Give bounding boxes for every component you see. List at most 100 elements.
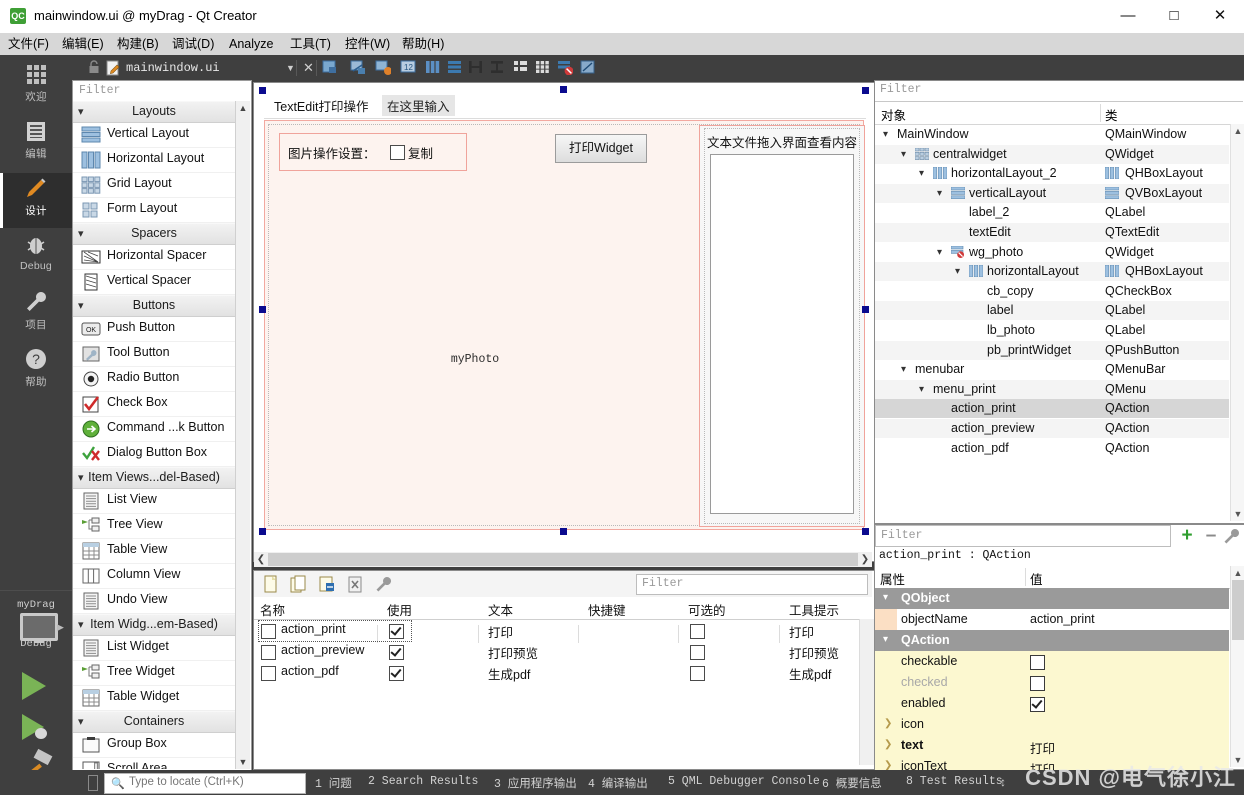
- action-editor-scrollbar[interactable]: [859, 619, 874, 765]
- scroll-up-icon[interactable]: ▲: [236, 101, 250, 115]
- object-row-cb_copy[interactable]: cb_copy QCheckBox: [875, 282, 1229, 301]
- widget-item-4-1[interactable]: Tree Widget: [73, 661, 235, 686]
- property-value-checkbox[interactable]: [1030, 676, 1045, 691]
- row-select-checkbox[interactable]: [261, 624, 276, 639]
- chevron-down-icon[interactable]: ▾: [919, 168, 924, 179]
- action-row-action_print[interactable]: action_print 打印 打印: [254, 620, 872, 642]
- run-button[interactable]: [22, 672, 46, 700]
- scrollbar-thumb[interactable]: [1232, 580, 1244, 640]
- widget-item-0-3[interactable]: Form Layout: [73, 198, 235, 223]
- object-row-centralwidget[interactable]: ▾ centralwidget QWidget: [875, 144, 1229, 164]
- object-row-label[interactable]: label QLabel: [875, 301, 1229, 321]
- chevron-down-icon[interactable]: ▾: [937, 247, 942, 258]
- selection-handle[interactable]: [862, 306, 869, 313]
- selection-handle[interactable]: [259, 87, 266, 94]
- widget-category-5[interactable]: ▾ Containers: [73, 711, 235, 733]
- selection-handle[interactable]: [862, 528, 869, 535]
- plus-icon[interactable]: +: [1177, 526, 1197, 545]
- widget-category-4[interactable]: ▾ Item Widg...em-Based): [73, 614, 235, 636]
- action-checkable-checkbox[interactable]: [690, 645, 705, 660]
- chevron-down-icon[interactable]: ▾: [883, 129, 888, 140]
- widget-item-3-0[interactable]: List View: [73, 489, 235, 514]
- adjust-size-icon[interactable]: [580, 59, 598, 77]
- scroll-left-icon[interactable]: ❮: [254, 552, 268, 567]
- vertical-layout-pane[interactable]: 文本文件拖入界面查看内容: [699, 125, 865, 527]
- activity-item-项目[interactable]: 项目: [0, 287, 72, 342]
- edit-widgets-icon[interactable]: [322, 59, 340, 77]
- widget-item-2-1[interactable]: Tool Button: [73, 342, 235, 367]
- widget-item-5-1[interactable]: Scroll Area: [73, 758, 235, 769]
- kit-selector-arrow-icon[interactable]: ▶: [57, 622, 64, 633]
- configure-action-icon[interactable]: [374, 575, 392, 593]
- menu-3[interactable]: 调试(D): [172, 36, 214, 52]
- minimize-button[interactable]: —: [1105, 0, 1151, 32]
- action-checkable-checkbox[interactable]: [690, 624, 705, 639]
- activity-item-Debug[interactable]: Debug: [0, 230, 72, 285]
- object-row-action_print[interactable]: action_print QAction: [875, 399, 1229, 419]
- action-editor-filter[interactable]: Filter: [636, 574, 868, 595]
- object-row-verticalLayout[interactable]: ▾ verticalLayout QVBoxLayout: [875, 183, 1229, 203]
- widget-item-2-4[interactable]: Command ...k Button: [73, 417, 235, 442]
- object-inspector-filter[interactable]: Filter: [875, 81, 1243, 102]
- scroll-down-icon[interactable]: ▼: [1231, 507, 1244, 521]
- widget-item-2-2[interactable]: Radio Button: [73, 367, 235, 392]
- object-row-action_pdf[interactable]: action_pdf QAction: [875, 439, 1229, 458]
- edit-action-icon[interactable]: [318, 575, 336, 593]
- chevron-right-icon[interactable]: ❯: [884, 718, 892, 729]
- chevron-down-icon[interactable]: ▾: [919, 384, 924, 395]
- widget-item-3-1[interactable]: Tree View: [73, 514, 235, 539]
- close-icon[interactable]: ✕: [303, 60, 314, 76]
- property-row-enabled[interactable]: enabled: [875, 693, 1229, 715]
- widget-category-3[interactable]: ▾ Item Views...del-Based): [73, 467, 235, 489]
- lock-icon[interactable]: [88, 60, 100, 74]
- widget-box-scrollbar[interactable]: ▲ ▼: [235, 101, 250, 769]
- main-window-form[interactable]: TextEdit打印操作 在这里输入 图片操作设置： 复制 打印Widget m…: [264, 92, 866, 532]
- menu-7[interactable]: 帮助(H): [402, 36, 444, 52]
- kit-selector-icon[interactable]: [20, 613, 58, 643]
- activity-item-帮助[interactable]: ? 帮助: [0, 344, 72, 399]
- object-row-wg_photo[interactable]: ▾ wg_photo QWidget: [875, 243, 1229, 262]
- object-row-MainWindow[interactable]: ▾ MainWindow QMainWindow: [875, 125, 1229, 144]
- object-row-menu_print[interactable]: ▾ menu_print QMenu: [875, 379, 1229, 399]
- new-action-icon[interactable]: [262, 575, 280, 593]
- action-used-checkbox[interactable]: [389, 666, 404, 681]
- scroll-down-icon[interactable]: ▼: [236, 755, 250, 769]
- wrench-icon[interactable]: [1223, 528, 1241, 544]
- output-pane-updown-icon[interactable]: ↕: [1000, 775, 1006, 789]
- selection-handle[interactable]: [862, 87, 869, 94]
- object-row-action_preview[interactable]: action_preview QAction: [875, 419, 1229, 438]
- property-group-QObject[interactable]: ▾ QObject: [875, 588, 1229, 610]
- row-select-checkbox[interactable]: [261, 666, 276, 681]
- selection-handle[interactable]: [259, 528, 266, 535]
- layout-splitter-h-icon[interactable]: [468, 59, 486, 77]
- output-pane-4[interactable]: 5 QML Debugger Console: [668, 775, 820, 788]
- widget-category-2[interactable]: ▾ Buttons: [73, 295, 235, 317]
- edit-buddies-icon[interactable]: [375, 59, 393, 77]
- menu-2[interactable]: 构建(B): [117, 36, 159, 52]
- minus-icon[interactable]: –: [1201, 526, 1221, 545]
- object-row-pb_printWidget[interactable]: pb_printWidget QPushButton: [875, 340, 1229, 360]
- selection-handle[interactable]: [259, 306, 266, 313]
- activity-item-编辑[interactable]: 编辑: [0, 116, 72, 171]
- property-row-objectName[interactable]: objectName action_print: [875, 609, 1229, 631]
- text-edit-widget[interactable]: [710, 154, 854, 514]
- widget-item-3-3[interactable]: Column View: [73, 564, 235, 589]
- chevron-down-icon[interactable]: ▾: [901, 364, 906, 375]
- current-file-name[interactable]: mainwindow.ui: [126, 61, 220, 75]
- output-pane-0[interactable]: 1 问题: [315, 775, 352, 791]
- form-menu-bar[interactable]: TextEdit打印操作 在这里输入: [264, 92, 866, 119]
- chevron-down-icon[interactable]: ▼: [286, 63, 295, 73]
- edit-tab-order-icon[interactable]: 12: [400, 59, 418, 77]
- scroll-up-icon[interactable]: ▲: [1231, 566, 1244, 580]
- centralwidget-area[interactable]: 图片操作设置： 复制 打印Widget myPhoto 文本文件拖入界面查看内容: [264, 120, 865, 530]
- chevron-down-icon[interactable]: ▾: [883, 634, 888, 645]
- output-pane-2[interactable]: 3 应用程序输出: [494, 775, 577, 791]
- row-select-checkbox[interactable]: [261, 645, 276, 660]
- scroll-up-icon[interactable]: ▲: [1231, 124, 1244, 138]
- widget-category-1[interactable]: ▾ Spacers: [73, 223, 235, 245]
- action-checkable-checkbox[interactable]: [690, 666, 705, 681]
- menu-6[interactable]: 控件(W): [345, 36, 390, 52]
- output-pane-1[interactable]: 2 Search Results: [368, 775, 478, 788]
- canvas-horizontal-scrollbar[interactable]: ❮ ❯: [254, 552, 872, 567]
- widget-item-1-0[interactable]: Horizontal Spacer: [73, 245, 235, 270]
